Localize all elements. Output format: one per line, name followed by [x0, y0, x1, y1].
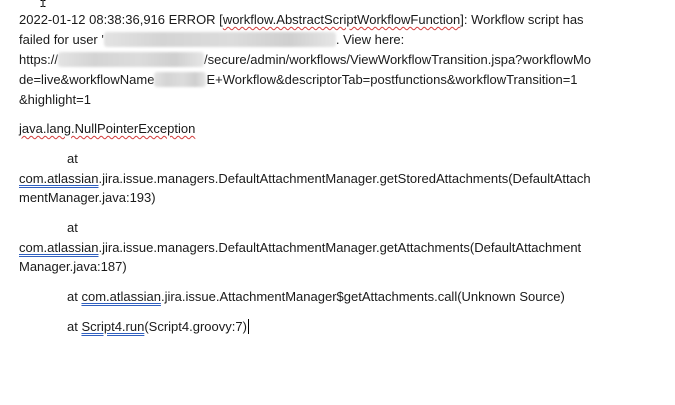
log-source-class: workflow.AbstractScriptWorkflowFunction: [222, 12, 461, 27]
url-text: E+Workflow&descriptorTab=postfunctions&w…: [206, 72, 578, 87]
stack-at-1: at: [67, 149, 78, 169]
at-keyword: at: [67, 319, 82, 334]
package-name: com.atlassian: [19, 240, 99, 255]
log-message-text: ]: Workflow script has: [460, 12, 584, 27]
log-timestamp-text: 2022-01-12 08:38:36,916 ERROR [: [19, 12, 223, 27]
redacted-hostname: [58, 52, 205, 67]
i-beam-cursor-icon: [40, 0, 46, 7]
log-line-1: 2022-01-12 08:38:36,916 ERROR [workflow.…: [19, 10, 584, 30]
redacted-username: [103, 32, 336, 47]
url-text: &highlight=1: [19, 92, 91, 107]
stack-frame-2-cont: Manager.java:187): [19, 257, 127, 277]
url-text: https://: [19, 52, 59, 67]
frame-text: .jira.issue.managers.DefaultAttachmentMa…: [98, 240, 582, 255]
script-name: Script4.run: [81, 319, 145, 334]
package-name: com.atlassian: [81, 289, 161, 304]
stack-frame-2: com.atlassian.jira.issue.managers.Defaul…: [19, 238, 581, 258]
frame-text: .jira.issue.AttachmentManager$getAttachm…: [160, 289, 565, 304]
redacted-workflow-name: [154, 72, 207, 87]
frame-text: mentManager.java:193): [19, 190, 156, 205]
exception-line: java.lang.NullPointerException: [19, 119, 195, 139]
document-page[interactable]: 2022-01-12 08:38:36,916 ERROR [workflow.…: [0, 0, 675, 405]
stack-frame-4: at Script4.run(Script4.groovy:7): [67, 317, 249, 337]
log-text: failed for user ': [19, 32, 104, 47]
at-keyword: at: [67, 220, 78, 235]
frame-text: Manager.java:187): [19, 259, 127, 274]
log-text: . View here:: [335, 32, 405, 47]
exception-name: java.lang.NullPointerException: [19, 121, 196, 136]
log-line-4: de=live&workflowName E+Workflow&descripto…: [19, 70, 578, 90]
at-keyword: at: [67, 289, 82, 304]
stack-frame-3: at com.atlassian.jira.issue.AttachmentMa…: [67, 287, 565, 307]
at-keyword: at: [67, 151, 78, 166]
frame-text: .jira.issue.managers.DefaultAttachmentMa…: [98, 171, 591, 186]
package-name: com.atlassian: [19, 171, 99, 186]
url-text: /secure/admin/workflows/ViewWorkflowTran…: [204, 52, 592, 67]
text-caret: [247, 319, 249, 334]
stack-frame-1: com.atlassian.jira.issue.managers.Defaul…: [19, 169, 591, 189]
frame-text: (Script4.groovy:7): [144, 319, 247, 334]
log-line-3: https:// /secure/admin/workflows/ViewWork…: [19, 50, 591, 70]
url-text: de=live&workflowName: [19, 72, 155, 87]
stack-at-2: at: [67, 218, 78, 238]
log-line-2: failed for user ' . View here:: [19, 30, 404, 50]
log-line-5: &highlight=1: [19, 90, 91, 110]
stack-frame-1-cont: mentManager.java:193): [19, 188, 156, 208]
